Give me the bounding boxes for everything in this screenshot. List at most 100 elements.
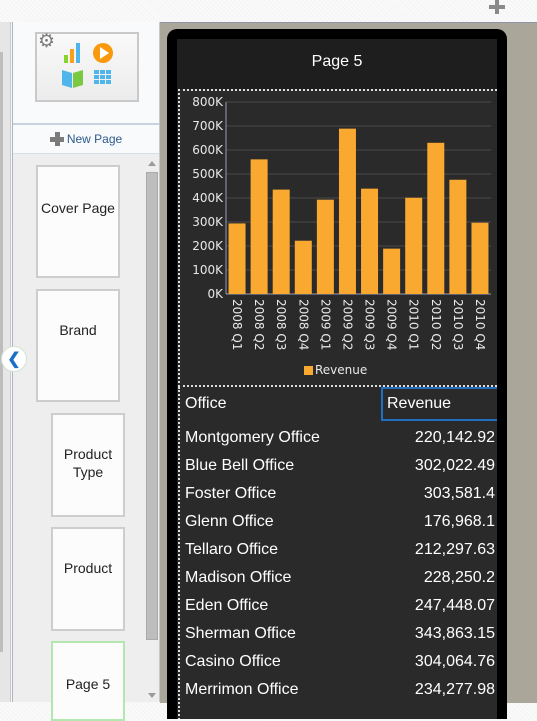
page-preview: Page 5 0K 100K 200K 300K 400K 500K 600K 700K 800… bbox=[177, 39, 497, 719]
office-cell: Madison Office bbox=[185, 569, 292, 586]
bar bbox=[250, 159, 268, 294]
app-tile[interactable]: ⚙ bbox=[35, 32, 139, 102]
page-thumb-product[interactable]: Product bbox=[51, 527, 125, 631]
bar-chart-icon bbox=[64, 43, 80, 63]
table-row[interactable]: Glenn Office 176,968.1 bbox=[180, 508, 497, 536]
table-row[interactable]: Blue Bell Office 302,022.49 bbox=[180, 452, 497, 480]
revenue-cell: 343,863.15 bbox=[414, 625, 495, 642]
page-title: Page 5 bbox=[311, 53, 363, 70]
x-tick-label: 2010 Q4 bbox=[473, 299, 487, 350]
x-tick-label: 2010 Q3 bbox=[451, 299, 465, 350]
table-row[interactable]: Eden Office 247,448.07 bbox=[180, 592, 497, 620]
revenue-cell: 247,448.07 bbox=[414, 597, 495, 614]
office-cell: Casino Office bbox=[185, 653, 281, 670]
table-row[interactable]: Sherman Office 343,863.15 bbox=[180, 620, 497, 648]
y-tick-label: 0K bbox=[207, 287, 224, 301]
page-thumb-label: Brand bbox=[59, 322, 97, 338]
revenue-cell: 176,968.1 bbox=[423, 513, 495, 530]
canvas-area: Page 5 0K 100K 200K 300K 400K 500K 600K 700K 800… bbox=[160, 22, 537, 719]
y-tick-label: 500K bbox=[192, 167, 224, 181]
scrollbar-thumb[interactable] bbox=[146, 172, 158, 640]
chevron-left-icon: ❮ bbox=[7, 351, 21, 368]
bar bbox=[383, 248, 401, 294]
new-page-label: New Page bbox=[66, 132, 123, 146]
new-page-button[interactable]: New Page bbox=[13, 125, 159, 154]
office-cell: Montgomery Office bbox=[185, 429, 320, 446]
bar bbox=[316, 199, 334, 294]
gear-icon[interactable]: ⚙ bbox=[38, 32, 55, 51]
x-tick-label: 2010 Q1 bbox=[407, 299, 421, 350]
bar bbox=[361, 188, 379, 294]
bar bbox=[272, 189, 290, 294]
revenue-cell: 228,250.2 bbox=[423, 569, 495, 586]
revenue-cell: 234,277.98 bbox=[414, 681, 495, 698]
x-tick-label: 2009 Q4 bbox=[385, 299, 399, 350]
office-cell: Eden Office bbox=[185, 597, 269, 614]
page-thumb-label: Cover Page bbox=[41, 200, 115, 216]
page-thumb-label: Page 5 bbox=[65, 676, 111, 692]
page-thumb-brand[interactable]: Brand bbox=[36, 289, 120, 402]
y-tick-label: 200K bbox=[192, 239, 224, 253]
grid-icon bbox=[94, 70, 111, 84]
plus-icon bbox=[49, 132, 64, 146]
plus-icon[interactable] bbox=[489, 0, 505, 16]
revenue-cell: 304,064.76 bbox=[414, 653, 495, 670]
y-tick-label: 600K bbox=[192, 143, 224, 157]
revenue-chart[interactable]: 0K 100K 200K 300K 400K 500K 600K 700K 800K 2008 Q… bbox=[178, 89, 497, 387]
scroll-down-arrow-icon[interactable] bbox=[148, 693, 156, 698]
y-tick-label: 700K bbox=[192, 119, 224, 133]
page-thumb-cover-page[interactable]: Cover Page bbox=[36, 165, 120, 278]
pages-sidebar: ⚙ New Page Cover Page Brand Product Type… bbox=[12, 22, 160, 721]
page-thumb-label: Product bbox=[63, 560, 113, 576]
collapse-sidebar-button[interactable]: ❮ bbox=[1, 346, 27, 372]
revenue-table[interactable]: Office Revenue Montgomery Office 220,142.… bbox=[178, 387, 497, 719]
y-tick-label: 400K bbox=[192, 191, 224, 205]
office-cell: Sherman Office bbox=[185, 625, 296, 642]
office-cell: Foster Office bbox=[185, 485, 277, 502]
table-header: Office Revenue bbox=[180, 387, 497, 421]
table-row[interactable]: Madison Office 228,250.2 bbox=[180, 564, 497, 592]
bar bbox=[228, 223, 246, 294]
scroll-up-arrow-icon[interactable] bbox=[148, 161, 156, 166]
bar bbox=[427, 142, 445, 294]
column-header-revenue[interactable]: Revenue bbox=[381, 387, 497, 421]
office-cell: Tellaro Office bbox=[185, 541, 279, 558]
revenue-cell: 302,022.49 bbox=[414, 457, 495, 474]
play-icon bbox=[93, 43, 113, 63]
revenue-cell: 212,297.63 bbox=[414, 541, 495, 558]
pages-scrollbar[interactable] bbox=[146, 157, 158, 702]
bar bbox=[471, 222, 489, 294]
table-row[interactable]: Foster Office 303,581.4 bbox=[180, 480, 497, 508]
page-thumb-page-5[interactable]: Page 5 bbox=[51, 641, 125, 721]
device-frame: Page 5 0K 100K 200K 300K 400K 500K 600K 700K 800… bbox=[167, 29, 507, 719]
chart-svg: 0K 100K 200K 300K 400K 500K 600K 700K 800K 2008 Q… bbox=[192, 95, 491, 377]
table-row[interactable]: Casino Office 304,064.76 bbox=[180, 648, 497, 676]
office-cell: Blue Bell Office bbox=[185, 457, 295, 474]
bar bbox=[294, 240, 312, 294]
bar bbox=[338, 128, 356, 294]
x-tick-label: 2008 Q1 bbox=[230, 299, 244, 350]
page-thumb-label: Product Type bbox=[63, 446, 113, 480]
x-tick-label: 2008 Q3 bbox=[274, 299, 288, 350]
table-row[interactable]: Montgomery Office 220,142.92 bbox=[180, 424, 497, 452]
table-row[interactable]: Tellaro Office 212,297.63 bbox=[180, 536, 497, 564]
x-tick-label: 2010 Q2 bbox=[429, 299, 443, 350]
page-thumb-product-type[interactable]: Product Type bbox=[51, 413, 125, 517]
column-header-office[interactable]: Office bbox=[185, 387, 227, 421]
legend-label: Revenue bbox=[315, 363, 367, 377]
table-row[interactable]: Merrimon Office 234,277.98 bbox=[180, 676, 497, 704]
x-tick-label: 2009 Q2 bbox=[340, 299, 354, 350]
sidebar-header: ⚙ bbox=[13, 22, 159, 125]
x-tick-label: 2008 Q4 bbox=[296, 299, 310, 350]
office-cell: Glenn Office bbox=[185, 513, 274, 530]
bar bbox=[405, 197, 423, 294]
x-tick-label: 2009 Q3 bbox=[363, 299, 377, 350]
y-tick-label: 800K bbox=[192, 95, 224, 109]
revenue-cell: 303,581.4 bbox=[423, 485, 495, 502]
bar bbox=[449, 179, 467, 294]
book-icon bbox=[62, 70, 83, 88]
revenue-cell: 220,142.92 bbox=[414, 429, 495, 446]
legend-swatch bbox=[304, 366, 313, 375]
y-tick-label: 100K bbox=[192, 263, 224, 277]
y-tick-label: 300K bbox=[192, 215, 224, 229]
